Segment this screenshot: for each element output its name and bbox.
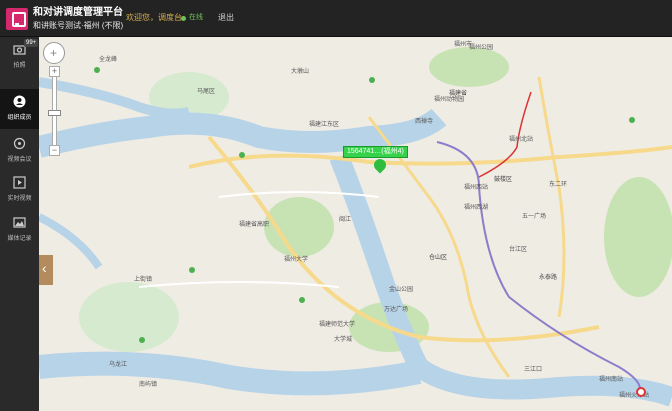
poi-marker[interactable] [239, 152, 245, 158]
account-subtitle: 和讲账号测试·福州 (不限) [33, 21, 124, 30]
map-label: 万达广场 [384, 307, 409, 313]
map-label: 福州动物园 [434, 97, 465, 103]
sidebar-item-live-video[interactable]: 实时视频 [0, 170, 39, 210]
poi-marker[interactable] [189, 267, 195, 273]
online-status-icon [181, 16, 186, 21]
map-canvas [39, 47, 672, 407]
map-label: 五一广场 [522, 214, 547, 220]
map-label: 永泰路 [539, 275, 558, 281]
map-label: 南屿镇 [139, 382, 158, 388]
sidebar-item-label: 拍照 [13, 63, 26, 69]
sidebar-item-photo[interactable]: 99+ 拍照 [0, 37, 39, 77]
zoom-out-button[interactable]: − [49, 145, 60, 156]
map-label: 三江口 [524, 367, 543, 373]
map-label: 大学城 [334, 337, 353, 343]
online-status-text: 在线 [189, 14, 203, 21]
poi-marker[interactable] [94, 67, 100, 73]
top-bar: 和对讲调度管理平台 和讲账号测试·福州 (不限) 欢迎您，调度台 在线 退出 [0, 0, 672, 37]
sidebar-item-label: 视频会议 [7, 157, 32, 163]
map-pan-control[interactable] [43, 42, 65, 64]
panel-collapse-toggle[interactable] [39, 255, 53, 285]
welcome-text: 欢迎您，调度台 [126, 13, 182, 22]
map-view[interactable]: 全龙峰 大墩山 福州市 福州公园 福州北站 福建省 马尾区 福建江东区 福州动物… [39, 37, 672, 411]
app-title: 和对讲调度管理平台 [33, 7, 123, 18]
train-station-icon[interactable] [636, 387, 646, 397]
map-label: 上街镇 [134, 277, 153, 283]
map-label: 福州公园 [469, 45, 494, 51]
poi-marker[interactable] [629, 117, 635, 123]
map-label: 大墩山 [291, 69, 310, 75]
map-label: 福州南站 [599, 377, 624, 383]
map-label: 福建省高职 [239, 222, 270, 228]
map-label: 乌龙江 [109, 362, 128, 368]
map-label: 鼓楼区 [494, 177, 513, 183]
map-label: 闽江 [339, 217, 352, 223]
poi-marker[interactable] [299, 297, 305, 303]
map-label: 全龙峰 [99, 57, 118, 63]
sidebar-item-label: 实时视频 [7, 196, 32, 202]
sidebar-item-video-meeting[interactable]: 视频会议 [0, 131, 39, 171]
sidebar-item-media-records[interactable]: 媒体记录 [0, 210, 39, 250]
image-icon [13, 217, 26, 228]
sidebar-item-members[interactable]: 组织成员 [0, 89, 39, 129]
video-meeting-icon [13, 137, 26, 150]
map-label: 福州西湖 [464, 205, 489, 211]
map-label: 西禅寺 [415, 119, 434, 125]
app-logo-icon [6, 8, 28, 30]
device-label[interactable]: 1564741…(福州4) [343, 146, 408, 158]
zoom-slider[interactable] [52, 68, 57, 146]
photo-count-badge: 99+ [24, 39, 39, 47]
map-label: 台江区 [509, 247, 528, 253]
poi-marker[interactable] [369, 77, 375, 83]
sidebar-item-label: 媒体记录 [7, 236, 32, 242]
sidebar: 99+ 拍照 组织成员 视频会议 实时视频 媒体记录 [0, 37, 39, 411]
map-label: 福建江东区 [309, 122, 340, 128]
map-label: 福州西站 [464, 185, 489, 191]
sidebar-item-label: 组织成员 [7, 115, 32, 121]
play-icon [13, 176, 26, 189]
map-label: 东二环 [549, 182, 568, 188]
map-label: 仓山区 [429, 255, 448, 261]
map-label: 福建师范大学 [319, 322, 356, 328]
zoom-handle[interactable] [48, 110, 61, 116]
map-label: 福州大学 [284, 257, 309, 263]
poi-marker[interactable] [139, 337, 145, 343]
zoom-in-button[interactable]: + [49, 66, 60, 77]
logout-link[interactable]: 退出 [218, 13, 234, 23]
map-label: 马尾区 [197, 89, 216, 95]
map-label: 福州北站 [509, 137, 534, 143]
contacts-icon [13, 95, 26, 108]
map-label: 金山公园 [389, 287, 414, 293]
